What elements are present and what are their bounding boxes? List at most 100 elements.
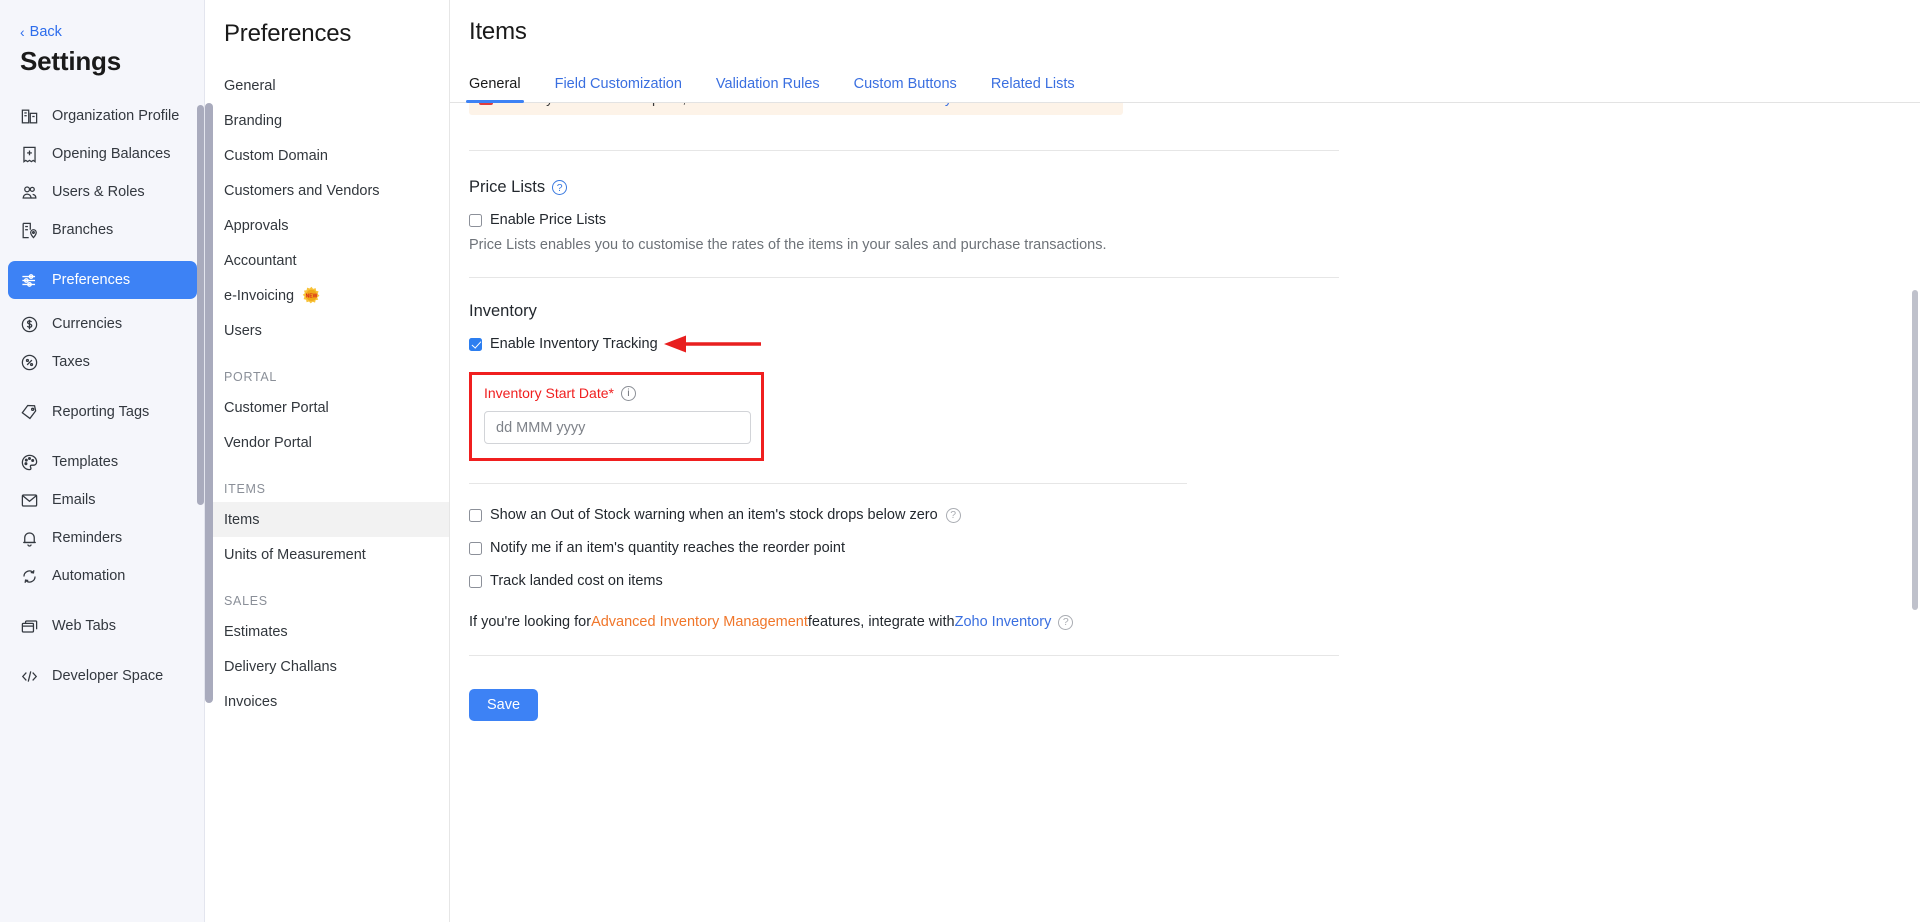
enable-inventory-tracking-checkbox[interactable]	[469, 337, 482, 351]
sidebar-item-reminders[interactable]: Reminders	[8, 519, 197, 557]
track-landed-cost-row[interactable]: Track landed cost on items	[469, 573, 1339, 589]
track-landed-cost-checkbox[interactable]	[469, 574, 482, 588]
tab-general[interactable]: General	[466, 76, 524, 103]
pref-item-general[interactable]: General	[205, 68, 449, 103]
price-lists-description: Price Lists enables you to customise the…	[469, 237, 1107, 253]
preferences-scrollbar[interactable]	[205, 103, 213, 703]
sidebar-item-users-roles[interactable]: Users & Roles	[8, 173, 197, 211]
sidebar-item-label: Reporting Tags	[52, 404, 150, 420]
branch-location-icon	[20, 221, 39, 240]
receipt-icon	[20, 145, 39, 164]
sidebar-item-label: Taxes	[52, 354, 90, 370]
advanced-inventory-promo: If you're looking for Advanced Inventory…	[469, 614, 1339, 630]
window-icon	[20, 617, 39, 636]
preferences-title: Preferences	[224, 20, 352, 47]
pref-item-customer-portal[interactable]: Customer Portal	[205, 390, 449, 425]
pref-item-label: Custom Domain	[224, 147, 328, 164]
pref-item-customers-and-vendors[interactable]: Customers and Vendors	[205, 173, 449, 208]
sidebar-item-emails[interactable]: Emails	[8, 481, 197, 519]
sidebar-item-automation[interactable]: Automation	[8, 557, 197, 595]
sidebar-item-branches[interactable]: Branches	[8, 211, 197, 249]
pref-item-users[interactable]: Users	[205, 313, 449, 348]
settings-page: ‹ Back Settings Organization Profile Ope…	[0, 0, 1920, 922]
sidebar-item-opening-balances[interactable]: Opening Balances	[8, 135, 197, 173]
info-circle-icon[interactable]: i	[620, 385, 636, 401]
help-circle-icon[interactable]: ?	[552, 180, 568, 195]
pref-item-items[interactable]: Items	[205, 502, 449, 537]
preferences-list: General Branding Custom Domain Customers…	[205, 48, 449, 719]
tab-label: General	[469, 76, 521, 92]
pref-item-units-of-measurement[interactable]: Units of Measurement	[205, 537, 449, 572]
tab-related-lists[interactable]: Related Lists	[991, 76, 1075, 102]
svg-text:NEW: NEW	[306, 294, 318, 300]
pref-item-e-invoicing[interactable]: e-Invoicing NEW	[205, 278, 449, 313]
inventory-heading: Inventory	[469, 302, 1339, 321]
enable-inventory-tracking-row[interactable]: Enable Inventory Tracking	[469, 335, 1339, 353]
pref-item-label: Units of Measurement	[224, 546, 366, 563]
sidebar-item-label: Emails	[52, 492, 96, 508]
reorder-point-notify-checkbox[interactable]	[469, 541, 482, 555]
pref-item-accountant[interactable]: Accountant	[205, 243, 449, 278]
promo-text-before: If you're looking for	[469, 614, 592, 630]
sidebar-item-label: Opening Balances	[52, 146, 171, 162]
sidebar-item-developer-space[interactable]: Developer Space	[8, 657, 197, 695]
help-circle-icon[interactable]: ?	[945, 507, 961, 523]
divider	[469, 655, 1339, 656]
tab-field-customization[interactable]: Field Customization	[555, 76, 682, 102]
sku-field-link[interactable]: the SKU field active and mandatory.	[732, 103, 954, 106]
pref-item-invoices[interactable]: Invoices	[205, 684, 449, 719]
save-button[interactable]: Save	[469, 689, 539, 721]
sidebar-item-templates[interactable]: Templates	[8, 443, 197, 481]
envelope-icon	[20, 491, 39, 510]
sidebar-item-web-tabs[interactable]: Web Tabs	[8, 607, 197, 645]
settings-nav-list: Organization Profile Opening Balances Us…	[0, 93, 205, 695]
settings-sidebar-scrollbar[interactable]	[197, 105, 204, 505]
pref-item-delivery-challans[interactable]: Delivery Challans	[205, 649, 449, 684]
reorder-point-notify-label: Notify me if an item's quantity reaches …	[490, 540, 845, 556]
settings-title: Settings	[20, 46, 121, 76]
out-of-stock-warning-checkbox[interactable]	[469, 508, 482, 522]
warning-icon: !	[479, 103, 493, 105]
tab-label: Validation Rules	[715, 76, 820, 92]
pref-group-items: ITEMS	[224, 482, 266, 496]
zoho-inventory-link[interactable]: Zoho Inventory	[955, 614, 1052, 630]
main-scrollbar[interactable]	[1912, 290, 1918, 610]
help-circle-icon[interactable]: ?	[1058, 614, 1074, 630]
enable-price-lists-row[interactable]: Enable Price Lists	[469, 212, 1339, 228]
sidebar-item-taxes[interactable]: Taxes	[8, 343, 197, 381]
pref-item-approvals[interactable]: Approvals	[205, 208, 449, 243]
sidebar-item-label: Reminders	[52, 530, 123, 546]
sidebar-item-organization-profile[interactable]: Organization Profile	[8, 97, 197, 135]
divider	[469, 483, 1187, 484]
sidebar-item-label: Users & Roles	[52, 184, 145, 200]
enable-price-lists-label: Enable Price Lists	[490, 212, 607, 228]
pref-item-custom-domain[interactable]: Custom Domain	[205, 138, 449, 173]
price-lists-title: Price Lists	[469, 178, 546, 196]
sidebar-item-preferences[interactable]: Preferences	[8, 261, 197, 299]
pref-item-branding[interactable]: Branding	[205, 103, 449, 138]
pref-group-sales: SALES	[224, 594, 268, 608]
palette-icon	[20, 453, 39, 472]
tab-validation-rules[interactable]: Validation Rules	[716, 76, 820, 102]
advanced-inventory-management-link[interactable]: Advanced Inventory Management	[591, 614, 808, 630]
tab-label: Custom Buttons	[853, 76, 957, 92]
main-header: Items	[450, 0, 1920, 46]
enable-price-lists-checkbox[interactable]	[469, 213, 482, 227]
inventory-start-date-input[interactable]	[484, 411, 751, 444]
reorder-point-notify-row[interactable]: Notify me if an item's quantity reaches …	[469, 540, 1339, 556]
sidebar-item-reporting-tags[interactable]: Reporting Tags	[8, 393, 197, 431]
new-badge-icon: NEW	[302, 286, 321, 305]
pref-item-estimates[interactable]: Estimates	[205, 614, 449, 649]
back-button[interactable]: ‹ Back	[0, 0, 205, 40]
sku-warning-banner: ! Before you enable this option, make th…	[469, 103, 1123, 115]
organization-icon	[20, 107, 39, 126]
out-of-stock-warning-row[interactable]: Show an Out of Stock warning when an ite…	[469, 507, 1339, 523]
warning-text: Before you enable this option, make	[501, 103, 724, 106]
settings-form: ! Before you enable this option, make th…	[450, 103, 1920, 922]
pref-item-label: Users	[224, 322, 262, 339]
pref-item-vendor-portal[interactable]: Vendor Portal	[205, 425, 449, 460]
tab-custom-buttons[interactable]: Custom Buttons	[854, 76, 957, 102]
sidebar-item-currencies[interactable]: Currencies	[8, 305, 197, 343]
inventory-start-date-label-row: Inventory Start Date* i	[484, 385, 749, 401]
